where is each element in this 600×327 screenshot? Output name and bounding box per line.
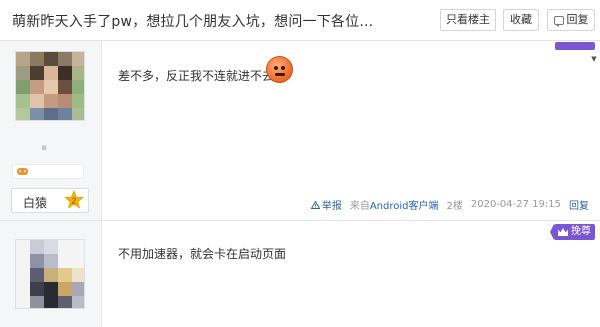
wanzun-label: 挽尊 — [571, 226, 591, 237]
post-content: 不用加速器，就会卡在启动页面 — [118, 247, 287, 261]
gamepad-icon — [17, 168, 28, 175]
only-op-button[interactable]: 只看楼主 — [440, 9, 496, 31]
thread-title: 萌新昨天入手了pw，想拉几个朋友入坑，想问一下各位... — [12, 14, 374, 30]
level-badge[interactable]: 白猿 2 — [11, 188, 89, 213]
username[interactable]: ▪ — [41, 143, 49, 153]
top-badge — [555, 42, 595, 50]
post-reply-link[interactable]: 回复 — [569, 197, 589, 212]
favorite-button[interactable]: 收藏 — [503, 9, 539, 31]
client-info: 来自Android客户端 — [350, 197, 439, 212]
level-star-icon: 2 — [64, 190, 84, 209]
client-link[interactable]: Android客户端 — [370, 201, 439, 212]
post-meta: 举报 来自Android客户端 2楼 2020-04-27 19:15 回复 — [310, 197, 589, 212]
comment-icon — [553, 15, 564, 27]
author-sidebar — [0, 221, 102, 327]
reply-button[interactable]: 回复 — [547, 9, 595, 31]
floor-number: 2楼 — [446, 201, 463, 212]
wanzun-badge: 挽尊 — [550, 224, 595, 240]
avatar[interactable] — [15, 239, 85, 309]
crown-icon — [558, 228, 568, 236]
avatar[interactable] — [15, 51, 85, 121]
level-name: 白猿 — [23, 196, 48, 210]
post-floor-2: ▪ 白猿 2 ▼ 差不多，反正我不连就进不去 举报 来自Android客户端 2… — [0, 41, 600, 220]
collapse-arrow-icon[interactable]: ▼ — [590, 55, 598, 63]
level-number: 2 — [72, 197, 77, 206]
reply-button-label: 回复 — [566, 13, 589, 26]
post-content: 差不多，反正我不连就进不去 — [118, 69, 275, 83]
report-label: 举报 — [321, 201, 342, 212]
client-prefix: 来自 — [349, 201, 370, 212]
report-link[interactable]: 举报 — [310, 197, 342, 212]
warning-icon — [310, 200, 320, 209]
post-datetime: 2020-04-27 19:15 — [470, 199, 561, 210]
author-sidebar: ▪ 白猿 2 — [0, 41, 102, 220]
post-floor-3: 挽尊 不用加速器，就会卡在启动页面 — [0, 221, 600, 327]
user-badge-row — [12, 164, 84, 179]
thread-header: 萌新昨天入手了pw，想拉几个朋友入坑，想问一下各位... 只看楼主 收藏 回复 — [0, 0, 600, 41]
smiley-emoji-icon — [266, 56, 293, 83]
